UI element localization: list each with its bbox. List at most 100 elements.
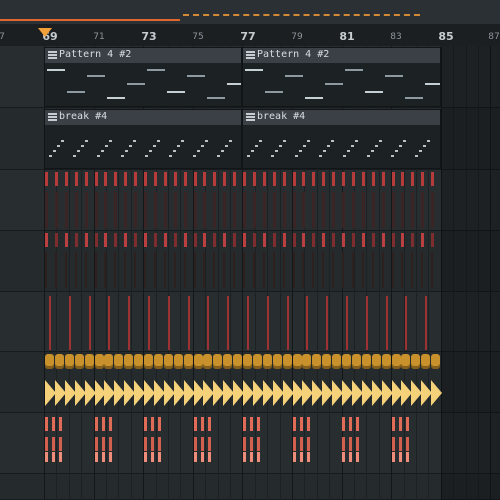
step-block[interactable] — [223, 354, 233, 369]
step-note[interactable] — [183, 252, 186, 288]
step-block[interactable] — [104, 354, 114, 369]
step-note[interactable] — [431, 233, 435, 247]
step-note[interactable] — [272, 192, 276, 228]
step-note[interactable] — [153, 233, 157, 247]
step-note[interactable] — [272, 172, 276, 186]
step-note[interactable] — [431, 172, 435, 186]
step-block[interactable] — [173, 354, 183, 369]
step-note[interactable] — [45, 172, 48, 186]
step-note[interactable] — [342, 172, 345, 186]
step-note[interactable] — [54, 172, 58, 186]
step-note[interactable] — [292, 417, 296, 431]
step-note[interactable] — [213, 252, 216, 288]
step-note[interactable] — [74, 192, 78, 228]
step-note[interactable] — [227, 296, 230, 350]
step-note[interactable] — [257, 452, 260, 462]
step-block[interactable] — [391, 354, 401, 369]
step-note[interactable] — [391, 192, 395, 228]
pattern-clip[interactable]: Pattern 4 #2 — [44, 47, 242, 107]
step-block[interactable] — [252, 354, 262, 369]
step-block[interactable] — [243, 354, 252, 369]
step-note[interactable] — [114, 192, 118, 228]
step-note[interactable] — [233, 172, 237, 186]
step-note[interactable] — [54, 252, 57, 288]
step-note[interactable] — [193, 452, 197, 462]
step-note[interactable] — [302, 172, 306, 186]
step-note[interactable] — [200, 417, 204, 431]
step-block[interactable] — [213, 354, 223, 369]
step-block[interactable] — [431, 354, 441, 369]
step-note[interactable] — [342, 437, 345, 451]
step-block[interactable] — [193, 354, 203, 369]
step-note[interactable] — [144, 252, 146, 288]
step-note[interactable] — [207, 296, 210, 350]
step-note[interactable] — [183, 172, 187, 186]
step-note[interactable] — [203, 252, 206, 288]
step-note[interactable] — [88, 296, 91, 350]
timeline-ruler[interactable]: 7 69 71 73 75 77 79 81 83 85 87 — [0, 24, 500, 47]
step-note[interactable] — [250, 452, 253, 462]
step-note[interactable] — [405, 296, 408, 350]
step-note[interactable] — [45, 417, 48, 431]
step-note[interactable] — [243, 192, 246, 228]
step-note[interactable] — [361, 233, 365, 247]
step-note[interactable] — [342, 452, 345, 462]
step-note[interactable] — [158, 437, 161, 451]
step-note[interactable] — [266, 296, 269, 350]
step-note[interactable] — [306, 452, 310, 462]
loop-strip[interactable] — [0, 0, 500, 24]
step-note[interactable] — [356, 417, 359, 431]
step-note[interactable] — [431, 192, 435, 228]
step-note[interactable] — [391, 233, 395, 247]
step-note[interactable] — [243, 437, 246, 451]
step-note[interactable] — [299, 452, 303, 462]
step-note[interactable] — [361, 252, 364, 288]
step-note[interactable] — [207, 417, 211, 431]
step-note[interactable] — [213, 233, 217, 247]
step-note[interactable] — [312, 172, 316, 186]
step-note[interactable] — [425, 296, 428, 350]
step-note[interactable] — [158, 417, 161, 431]
step-note[interactable] — [381, 233, 385, 247]
step-note[interactable] — [74, 233, 78, 247]
track-lane[interactable] — [0, 474, 500, 500]
step-note[interactable] — [405, 452, 409, 462]
step-note[interactable] — [243, 452, 246, 462]
pattern-clip[interactable]: Pattern 4 #2 — [242, 47, 441, 107]
step-note[interactable] — [52, 417, 55, 431]
step-note[interactable] — [193, 172, 197, 186]
step-block[interactable] — [153, 354, 163, 369]
step-note[interactable] — [349, 452, 352, 462]
step-note[interactable] — [134, 252, 137, 288]
step-note[interactable] — [302, 192, 306, 228]
step-note[interactable] — [223, 192, 227, 228]
step-note[interactable] — [148, 296, 150, 350]
step-note[interactable] — [193, 252, 196, 288]
step-note[interactable] — [200, 452, 204, 462]
step-note[interactable] — [94, 172, 98, 186]
step-note[interactable] — [124, 172, 128, 186]
step-note[interactable] — [94, 452, 98, 462]
step-note[interactable] — [371, 233, 375, 247]
step-note[interactable] — [94, 192, 98, 228]
step-note[interactable] — [282, 192, 286, 228]
step-note[interactable] — [371, 192, 375, 228]
step-note[interactable] — [207, 437, 211, 451]
step-note[interactable] — [292, 172, 296, 186]
step-block[interactable] — [74, 354, 84, 369]
step-note[interactable] — [193, 417, 197, 431]
step-note[interactable] — [163, 233, 167, 247]
step-note[interactable] — [332, 233, 336, 247]
step-block[interactable] — [203, 354, 213, 369]
step-note[interactable] — [381, 172, 385, 186]
step-note[interactable] — [421, 192, 425, 228]
step-note[interactable] — [391, 417, 395, 431]
step-note[interactable] — [250, 437, 253, 451]
step-note[interactable] — [108, 296, 111, 350]
step-note[interactable] — [213, 192, 217, 228]
step-note[interactable] — [124, 252, 127, 288]
step-note[interactable] — [233, 252, 236, 288]
step-note[interactable] — [183, 233, 187, 247]
step-note[interactable] — [153, 192, 157, 228]
step-note[interactable] — [351, 233, 355, 247]
